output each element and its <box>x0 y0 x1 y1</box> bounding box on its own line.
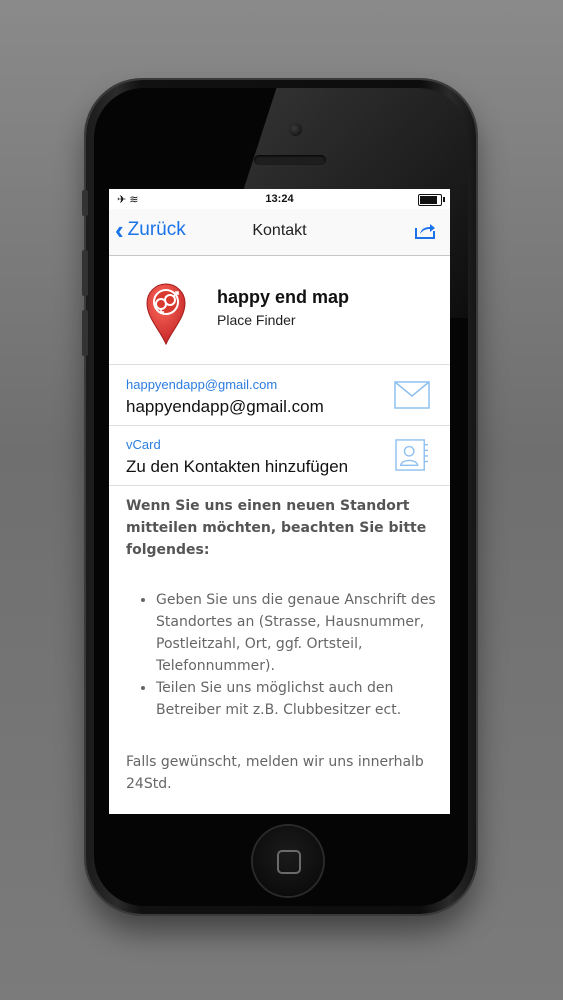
vcard-row[interactable]: vCard Zu den Kontakten hinzufügen <box>109 425 450 486</box>
front-camera <box>289 123 302 136</box>
app-screen: ✈ ≋ 13:24 ‹ Zurück Kontakt happy end map… <box>109 189 450 814</box>
vcard-label: vCard <box>126 437 161 452</box>
info-heading: Wenn Sie uns einen neuen Standort mittei… <box>126 498 427 558</box>
mute-switch <box>82 190 88 216</box>
earpiece-speaker <box>254 155 326 165</box>
info-bullet: Teilen Sie uns möglichst auch den Betrei… <box>156 677 438 721</box>
app-icon <box>127 268 205 346</box>
status-bar: ✈ ≋ 13:24 <box>109 189 450 209</box>
app-header: happy end map Place Finder <box>109 256 450 354</box>
mail-icon <box>394 381 430 409</box>
info-footer: Falls gewünscht, melden wir uns innerhal… <box>126 754 424 792</box>
info-list: Geben Sie uns die genaue Anschrift des S… <box>126 589 438 721</box>
home-square-icon <box>277 850 301 874</box>
share-icon[interactable] <box>414 222 436 240</box>
status-time: 13:24 <box>265 193 294 205</box>
battery-icon <box>418 194 445 206</box>
home-button[interactable] <box>253 826 323 896</box>
navigation-bar: ‹ Zurück Kontakt <box>109 209 450 256</box>
info-text: Wenn Sie uns einen neuen Standort mittei… <box>126 495 438 795</box>
email-value: happyendapp@gmail.com <box>126 397 324 416</box>
volume-up-button <box>82 250 88 296</box>
app-subtitle: Place Finder <box>217 312 296 328</box>
email-label: happyendapp@gmail.com <box>126 377 278 392</box>
vcard-value: Zu den Kontakten hinzufügen <box>126 457 349 476</box>
volume-down-button <box>82 310 88 356</box>
map-pin-icon <box>146 283 186 346</box>
info-bullet: Geben Sie uns die genaue Anschrift des S… <box>156 589 438 677</box>
page-title: Kontakt <box>252 222 307 239</box>
email-row[interactable]: happyendapp@gmail.com happyendapp@gmail.… <box>109 364 450 426</box>
contact-card-icon <box>395 439 428 471</box>
app-name: happy end map <box>217 287 350 307</box>
